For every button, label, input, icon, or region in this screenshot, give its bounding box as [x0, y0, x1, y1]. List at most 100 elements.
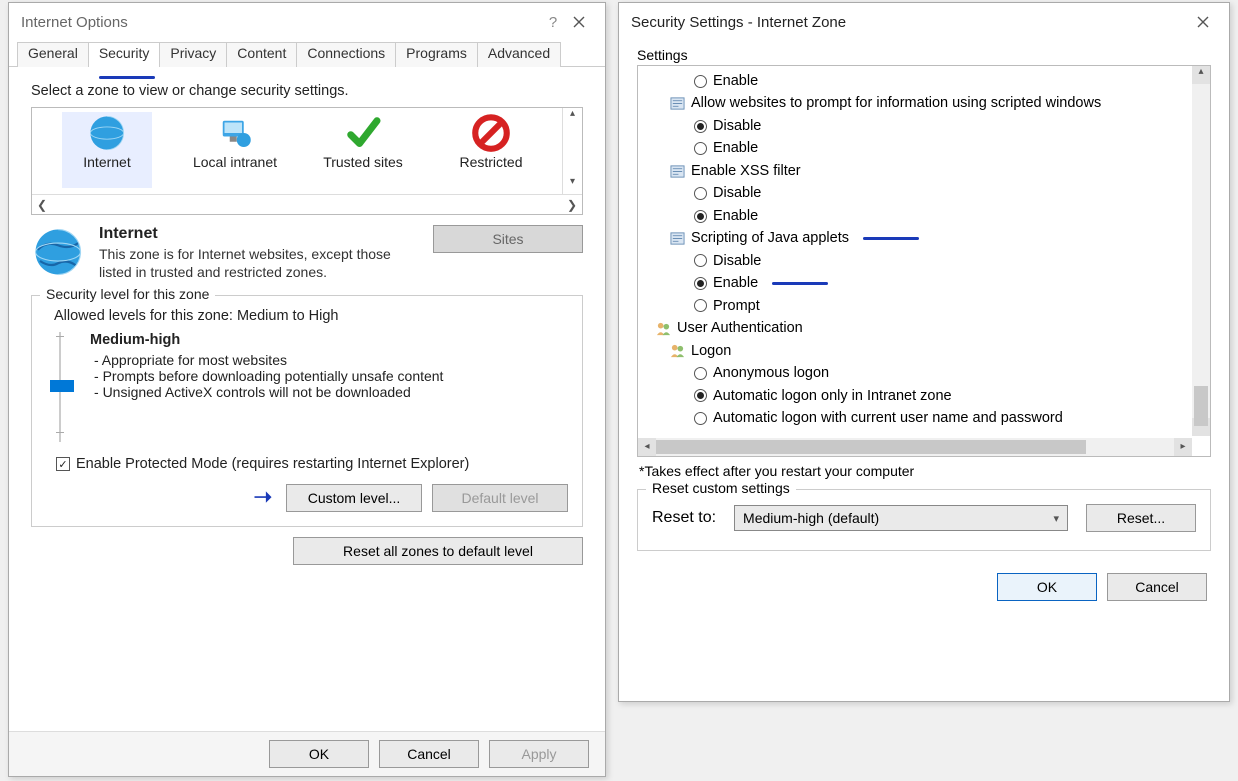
setting-radio[interactable]: Enable: [648, 137, 1208, 159]
intranet-icon: [214, 112, 256, 154]
hscroll-thumb[interactable]: [656, 440, 1086, 454]
setting-radio[interactable]: Automatic logon with current user name a…: [648, 407, 1208, 429]
reset-all-zones-button[interactable]: Reset all zones to default level: [293, 537, 583, 565]
zone-item-internet[interactable]: Internet: [62, 112, 152, 188]
dialog1-footer: OK Cancel Apply: [9, 731, 605, 776]
setting-radio[interactable]: Enable: [648, 272, 1208, 294]
zone-item-local-intranet[interactable]: Local intranet: [190, 112, 280, 188]
titlebar: Internet Options ?: [9, 3, 605, 41]
radio-label: Disable: [713, 250, 761, 272]
setting-radio[interactable]: Prompt for user name and password: [648, 430, 1208, 435]
zone-item-trusted-sites[interactable]: Trusted sites: [318, 112, 408, 188]
annotation-arrow: ➝: [254, 484, 272, 506]
zone-label: Restricted: [459, 154, 522, 170]
zone-selector: Internet Local intranet Trusted sites Restr…: [31, 107, 583, 215]
radio-label: Enable: [713, 137, 758, 159]
tab-programs[interactable]: Programs: [395, 42, 478, 67]
category-label: Enable XSS filter: [691, 160, 801, 182]
setting-radio[interactable]: Enable: [648, 205, 1208, 227]
setting-category: Allow websites to prompt for information…: [648, 92, 1208, 114]
scroll-left-icon[interactable]: ◂: [638, 438, 656, 456]
apply-button[interactable]: Apply: [489, 740, 589, 768]
globe-icon: [86, 112, 128, 154]
radio-icon: [694, 299, 707, 312]
protected-mode-checkbox[interactable]: [56, 457, 70, 471]
tab-advanced[interactable]: Advanced: [477, 42, 561, 67]
window-title: Internet Options: [21, 14, 541, 31]
tree-hscroll[interactable]: ◂ ▸: [638, 438, 1192, 456]
group-title: Reset custom settings: [646, 480, 796, 496]
scroll-down-icon[interactable]: ▾: [570, 176, 575, 194]
chevron-down-icon: ▾: [1053, 512, 1059, 525]
reset-button[interactable]: Reset...: [1086, 504, 1196, 532]
checkmark-icon: [342, 112, 384, 154]
tab-content[interactable]: Content: [226, 42, 297, 67]
setting-radio[interactable]: Disable: [648, 115, 1208, 137]
setting-category: Scripting of Java applets: [648, 227, 1208, 249]
setting-radio[interactable]: Disable: [648, 182, 1208, 204]
sites-button[interactable]: Sites: [433, 225, 583, 253]
level-bullet: Prompts before downloading potentially u…: [104, 368, 443, 384]
zone-label: Local intranet: [193, 154, 277, 170]
radio-icon: [694, 367, 707, 380]
level-name: Medium-high: [90, 332, 443, 348]
setting-radio[interactable]: Disable: [648, 250, 1208, 272]
scroll-left-icon[interactable]: ❮: [32, 198, 52, 212]
settings-label: Settings: [637, 47, 1211, 63]
scroll-right-icon[interactable]: ▸: [1174, 438, 1192, 456]
tab-connections[interactable]: Connections: [296, 42, 396, 67]
vscroll-thumb[interactable]: [1194, 386, 1208, 426]
scripting-icon: [670, 231, 685, 246]
radio-icon: [694, 120, 707, 133]
ok-button[interactable]: OK: [269, 740, 369, 768]
setting-radio[interactable]: Anonymous logon: [648, 362, 1208, 384]
security-settings-dialog: Security Settings - Internet Zone Settin…: [618, 2, 1230, 702]
restart-note: *Takes effect after you restart your com…: [639, 463, 1211, 479]
slider-thumb[interactable]: [50, 380, 74, 392]
category-label: Allow websites to prompt for information…: [691, 92, 1101, 114]
zone-vscroll[interactable]: ▴ ▾: [562, 108, 582, 194]
combo-value: Medium-high (default): [743, 510, 879, 526]
scroll-right-icon[interactable]: ❯: [562, 198, 582, 212]
setting-radio[interactable]: Prompt: [648, 295, 1208, 317]
users-icon: [670, 343, 685, 358]
annotation-mark: [772, 282, 828, 285]
window-title: Security Settings - Internet Zone: [631, 14, 1189, 31]
close-icon[interactable]: [1189, 11, 1217, 33]
tab-security[interactable]: Security: [88, 42, 161, 67]
level-bullet: Appropriate for most websites: [104, 352, 443, 368]
radio-label: Prompt for user name and password: [713, 430, 948, 435]
default-level-button[interactable]: Default level: [432, 484, 568, 512]
tree-vscroll[interactable]: ▴ ▾: [1192, 66, 1210, 436]
setting-radio[interactable]: Automatic logon only in Intranet zone: [648, 385, 1208, 407]
globe-icon: [31, 225, 85, 279]
tab-privacy[interactable]: Privacy: [159, 42, 227, 67]
tab-general[interactable]: General: [17, 42, 89, 67]
help-icon[interactable]: ?: [541, 14, 565, 31]
protected-mode-label: Enable Protected Mode (requires restarti…: [76, 456, 469, 472]
settings-tree: EnableAllow websites to prompt for infor…: [637, 65, 1211, 457]
zone-label: Trusted sites: [323, 154, 403, 170]
security-level-slider[interactable]: [50, 332, 72, 442]
ok-button[interactable]: OK: [997, 573, 1097, 601]
annotation-mark: [863, 237, 919, 240]
zone-prompt: Select a zone to view or change security…: [31, 83, 583, 99]
cancel-button[interactable]: Cancel: [379, 740, 479, 768]
internet-options-dialog: Internet Options ? GeneralSecurityPrivac…: [8, 2, 606, 777]
close-icon[interactable]: [565, 11, 593, 33]
reset-to-combobox[interactable]: Medium-high (default) ▾: [734, 505, 1068, 531]
radio-icon: [694, 254, 707, 267]
reset-to-label: Reset to:: [652, 509, 716, 527]
zone-item-restricted[interactable]: Restricted: [446, 112, 536, 188]
zone-description: This zone is for Internet websites, exce…: [99, 245, 419, 281]
radio-label: Disable: [713, 182, 761, 204]
scroll-up-icon[interactable]: ▴: [570, 108, 575, 126]
setting-radio[interactable]: Enable: [648, 70, 1208, 92]
cancel-button[interactable]: Cancel: [1107, 573, 1207, 601]
custom-level-button[interactable]: Custom level...: [286, 484, 422, 512]
scroll-up-icon[interactable]: ▴: [1192, 66, 1210, 84]
radio-icon: [694, 187, 707, 200]
zone-hscroll[interactable]: ❮ ❯: [32, 194, 582, 214]
group-title: Security level for this zone: [40, 286, 215, 302]
scripting-icon: [670, 96, 685, 111]
